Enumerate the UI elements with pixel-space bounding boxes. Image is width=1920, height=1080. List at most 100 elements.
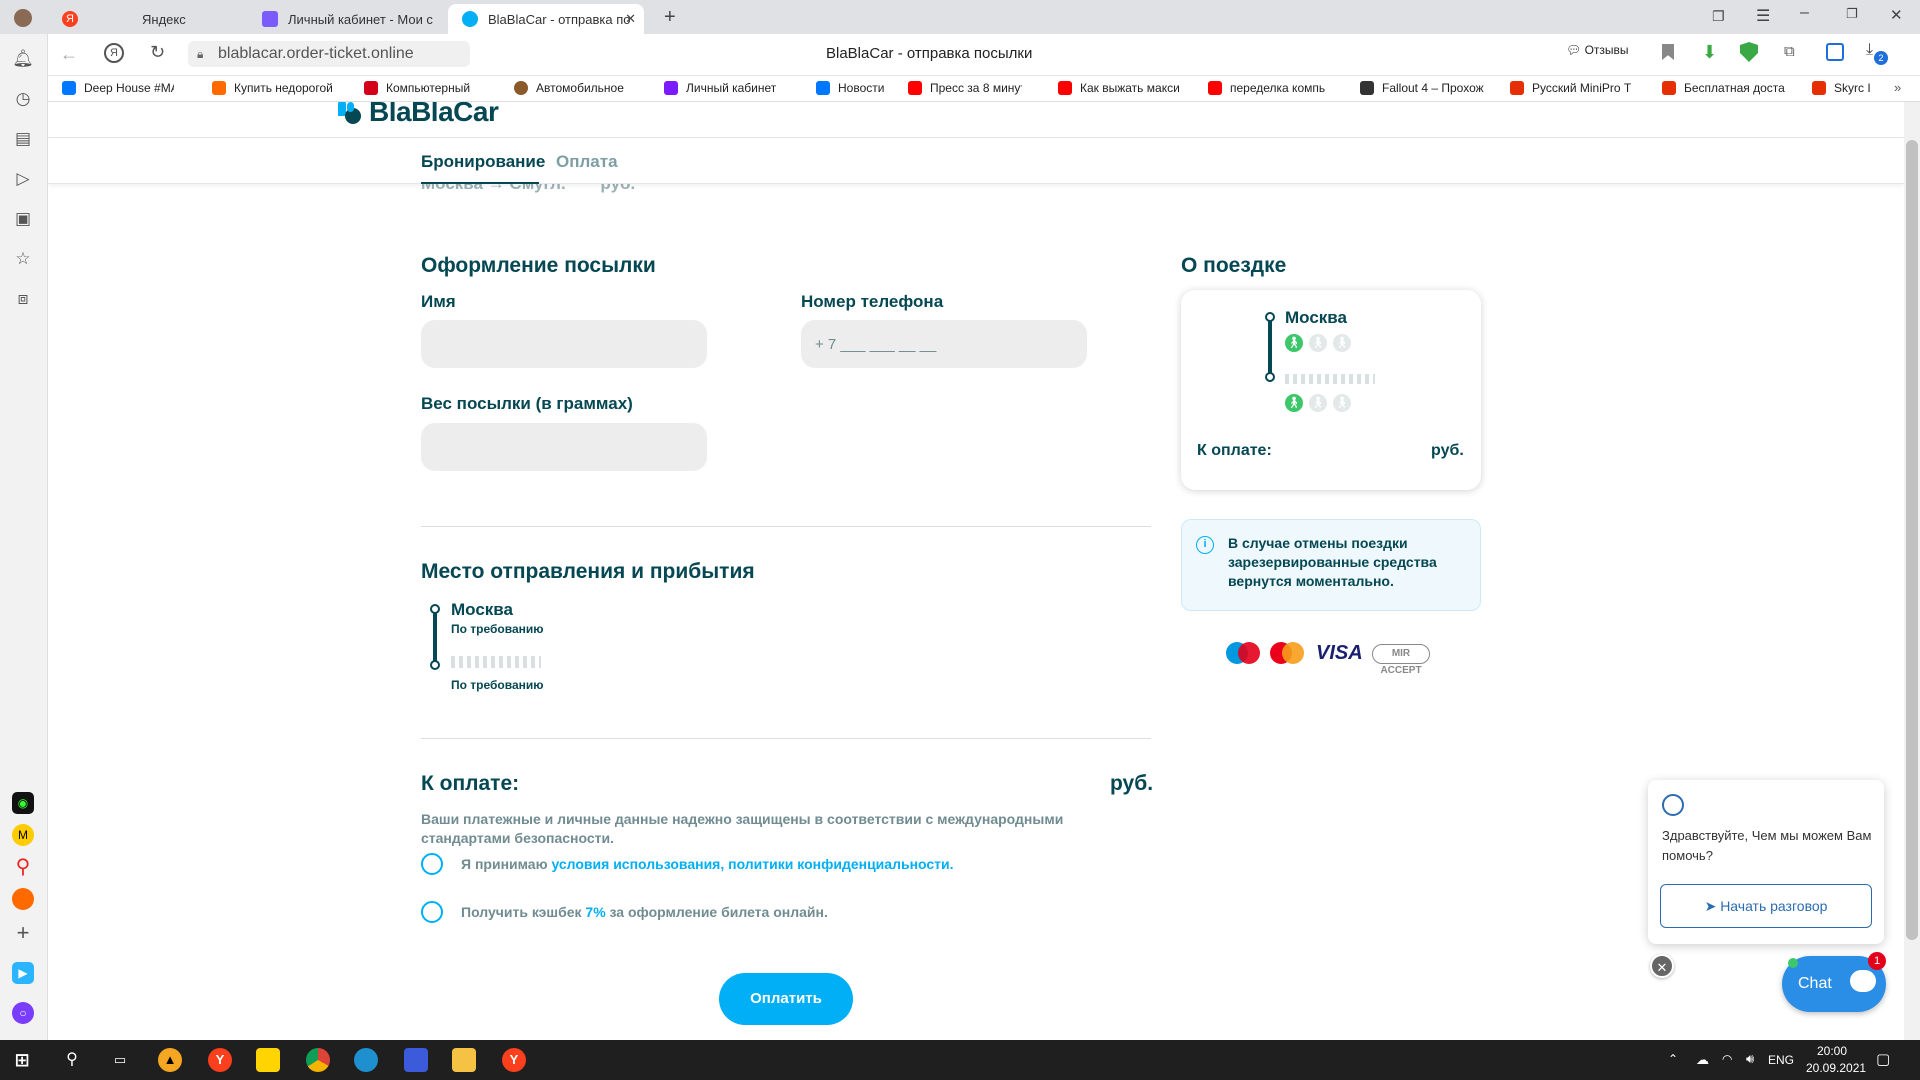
windows-start-icon[interactable]: ⊞ <box>10 1048 34 1072</box>
maximize-button[interactable]: ❐ <box>1846 6 1858 22</box>
zen-icon[interactable] <box>12 888 34 910</box>
sticky-notes-icon[interactable] <box>256 1048 280 1072</box>
online-dot <box>1788 958 1798 968</box>
bookmark-item[interactable]: Русский MiniPro Т <box>1510 81 1648 95</box>
reviews-button[interactable]: 💬︎ Отзывы <box>1566 43 1629 57</box>
extension-app-icon[interactable] <box>1826 43 1844 61</box>
messenger-icon[interactable]: ▶ <box>12 962 34 984</box>
bookmark-item[interactable]: Пресс за 8 минут <box>908 81 1022 95</box>
start-chat-button[interactable]: ➤ Начать разговор <box>1660 884 1872 928</box>
bookmark-label: переделка компь <box>1230 81 1326 95</box>
bookmark-item[interactable]: Купить недорогой <box>212 81 332 95</box>
star-icon[interactable]: ☆ <box>12 248 34 270</box>
minimize-button[interactable]: – <box>1800 4 1809 22</box>
bookmark-item[interactable]: Deep House #MAF <box>62 81 174 95</box>
bookmark-item[interactable]: Skyrc I <box>1812 81 1886 95</box>
screenshot-icon[interactable]: ⧈ <box>12 288 34 310</box>
tab-blablacar[interactable]: BlaBlaCar - отправка по ✕ <box>448 4 644 34</box>
onedrive-icon[interactable]: ☁ <box>1696 1052 1709 1068</box>
edge-icon[interactable] <box>354 1048 378 1072</box>
close-window-button[interactable]: ✕ <box>1890 6 1903 24</box>
page-title: BlaBlaCar - отправка посылки <box>826 45 1033 62</box>
browser-tab-bar: Я Яндекс Личный кабинет - Мои с BlaBlaCa… <box>0 0 1920 34</box>
language-indicator[interactable]: ENG <box>1768 1053 1794 1067</box>
yandex-browser-icon[interactable]: Y <box>208 1048 232 1072</box>
history-icon[interactable]: ◷ <box>12 88 34 110</box>
chat-close-button[interactable]: ✕ <box>1650 954 1674 978</box>
tab-counter-icon[interactable]: ▣ <box>12 208 34 230</box>
wifi-icon[interactable]: ◠ <box>1722 1052 1732 1066</box>
bookmark-item[interactable]: Автомобильное с <box>514 81 626 95</box>
clock-date[interactable]: 20.09.2021 <box>1806 1061 1866 1075</box>
bookmark-item[interactable]: Fallout 4 – Прохож <box>1360 81 1494 95</box>
bookmark-item[interactable]: Личный кабинет <box>664 81 778 95</box>
downloads-icon[interactable]: ⤓ 2 <box>1866 41 1888 65</box>
chrome-icon[interactable] <box>306 1048 330 1072</box>
bookmark-item[interactable]: Как выжать макси <box>1058 81 1186 95</box>
play-icon[interactable]: ▷ <box>12 168 34 190</box>
close-tab-icon[interactable]: ✕ <box>625 11 636 27</box>
aimp-icon[interactable]: ▲ <box>158 1048 182 1072</box>
maps-icon[interactable]: ⚲ <box>12 856 34 878</box>
pay-button[interactable]: Оплатить <box>719 973 853 1025</box>
back-icon[interactable]: ← <box>60 44 78 65</box>
terms-link[interactable]: условия использования, политики конфиден… <box>551 856 953 872</box>
yandex-home-icon[interactable]: Я <box>104 43 124 63</box>
blablacar-logo[interactable]: BlaBlaCar <box>335 102 499 128</box>
weight-input[interactable] <box>421 423 707 471</box>
tab-payment[interactable]: Оплата <box>556 152 618 172</box>
terms-radio[interactable] <box>421 853 443 875</box>
maestro-logo <box>1226 640 1262 670</box>
windows-taskbar: ⊞ ⚲ ▭ ▲ Y Y ⌃ ☁ ◠ 🔊︎ ENG 20:00 20.09.202… <box>0 1040 1920 1080</box>
adguard-shield-icon[interactable] <box>1740 42 1758 62</box>
market-icon[interactable]: М <box>12 824 34 846</box>
security-text: Ваши платежные и личные данные надежно з… <box>421 811 1064 846</box>
alice-icon[interactable]: ○ <box>12 1002 34 1024</box>
youtube-icon <box>908 81 922 95</box>
download-arrow-icon[interactable]: ⬇ <box>1702 42 1717 63</box>
collections-icon[interactable]: ▤ <box>12 128 34 150</box>
phone-input[interactable]: + 7 ___ ___ __ __ <box>801 320 1087 368</box>
file-explorer-icon[interactable] <box>452 1048 476 1072</box>
profile-avatar[interactable] <box>14 9 32 27</box>
seat-free-icon: 🚶︎ <box>1333 394 1351 412</box>
bookmark-icon[interactable] <box>1662 44 1674 60</box>
clock-time[interactable]: 20:00 <box>1817 1044 1847 1058</box>
yandex-browser-2-icon[interactable]: Y <box>502 1048 526 1072</box>
extensions-icon[interactable]: ⧉ <box>1784 43 1795 60</box>
chat-launcher[interactable]: Chat 1 <box>1782 952 1886 1012</box>
bookmark-item[interactable]: Компьютерный м <box>364 81 470 95</box>
task-view-icon[interactable]: ▭ <box>108 1048 132 1072</box>
notifications-icon[interactable]: ▢ <box>1876 1050 1890 1068</box>
tab-booking[interactable]: Бронирование <box>421 152 545 172</box>
tabs-menu-icon[interactable]: ❐ <box>1712 8 1725 25</box>
volume-icon[interactable]: 🔊︎ <box>1746 1051 1754 1067</box>
address-bar: ← Я ↻ 🔒︎ blablacar.order-ticket.online B… <box>48 34 1920 76</box>
url-field[interactable]: 🔒︎ blablacar.order-ticket.online <box>188 41 470 67</box>
menu-icon[interactable]: ☰ <box>1756 6 1770 26</box>
bookmark-item[interactable]: переделка компь <box>1208 81 1332 95</box>
search-icon[interactable]: ⚲ <box>60 1048 84 1072</box>
terms-prefix: Я принимаю <box>461 856 548 872</box>
site-header <box>48 102 1904 138</box>
tab-yandex[interactable]: Я Яндекс <box>48 4 244 34</box>
bookmark-item[interactable]: Новости <box>816 81 902 95</box>
page-content: BlaBlaCar Бронирование Оплата Москва → С… <box>48 102 1904 1040</box>
bell-icon[interactable]: 🔔︎ <box>12 48 34 70</box>
cashback-suffix: за оформление билета онлайн. <box>609 904 828 920</box>
name-input[interactable] <box>421 320 707 368</box>
cashback-radio[interactable] <box>421 901 443 923</box>
reload-icon[interactable]: ↻ <box>150 42 165 63</box>
add-panel-icon[interactable]: + <box>12 922 34 944</box>
store-icon <box>212 81 226 95</box>
more-bookmarks-icon[interactable]: » <box>1894 80 1901 95</box>
seat-taken-icon: 🚶︎ <box>1285 394 1303 412</box>
tab-cabinet[interactable]: Личный кабинет - Мои с <box>248 4 444 34</box>
save-disk-icon[interactable] <box>404 1048 428 1072</box>
tray-chevron-icon[interactable]: ⌃ <box>1668 1052 1678 1066</box>
page-scroll-thumb[interactable] <box>1906 140 1918 940</box>
bookmark-item[interactable]: Бесплатная доста <box>1662 81 1800 95</box>
new-tab-button[interactable]: + <box>664 6 676 29</box>
bookmarks-bar: Deep House #MAF Купить недорогой Компьют… <box>48 76 1920 102</box>
music-icon[interactable]: ◉ <box>12 792 34 814</box>
